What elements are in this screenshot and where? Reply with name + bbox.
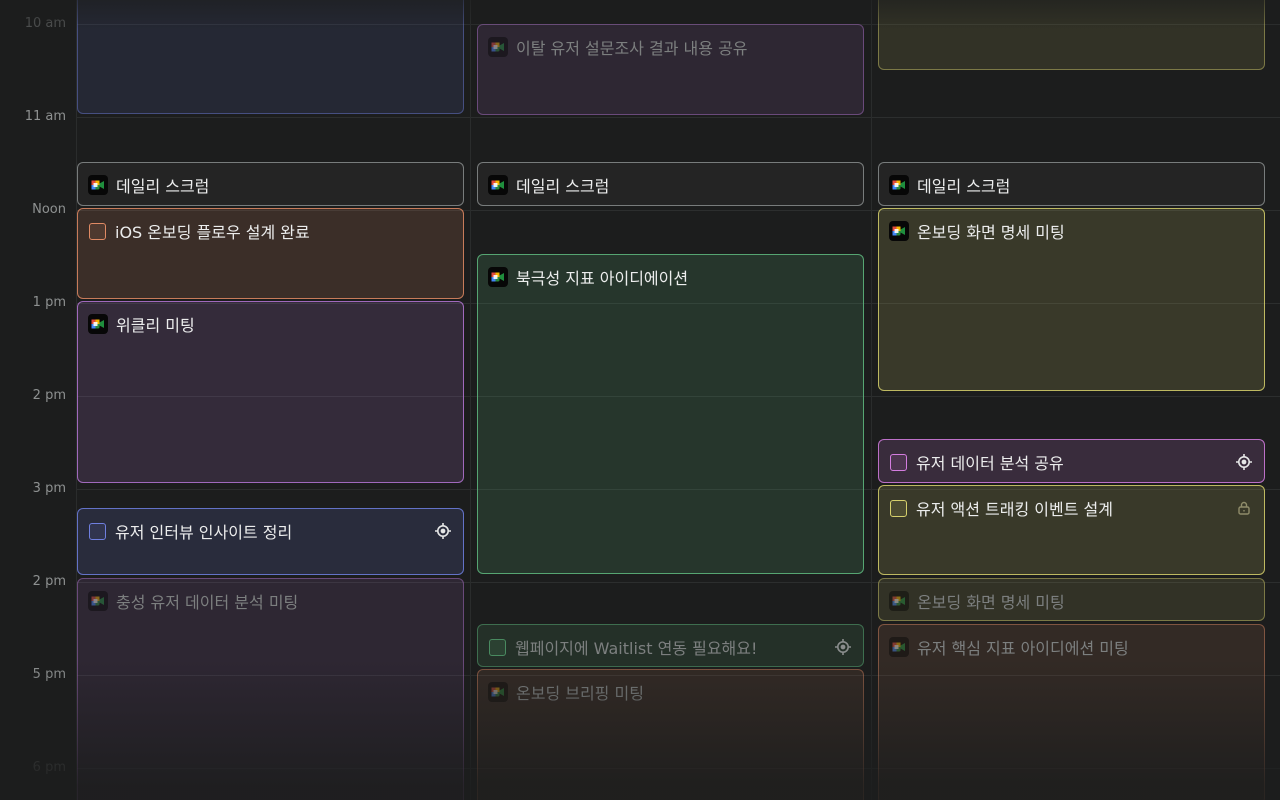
- task-checkbox[interactable]: [489, 638, 506, 656]
- task-checkbox[interactable]: [89, 222, 106, 240]
- event-header: 데일리 스크럼: [889, 163, 1254, 205]
- calendar-week-view: 10 am 11 am Noon 1 pm 2 pm 3 pm 2 pm 5 pm 6 pm 데…: [0, 0, 1280, 800]
- google-meet-icon: [488, 267, 508, 287]
- event-header: 유저 인터뷰 인사이트 정리: [88, 509, 453, 553]
- event-title: 데일리 스크럼: [516, 177, 610, 196]
- event-title: iOS 온보딩 플로우 설계 완료: [115, 223, 310, 242]
- time-label: 6 pm: [32, 760, 66, 775]
- crosshair-icon[interactable]: [833, 637, 853, 657]
- time-label: Noon: [32, 202, 66, 217]
- meeting-event[interactable]: 충성 유저 데이터 분석 미팅: [77, 578, 464, 800]
- time-label: 1 pm: [32, 295, 66, 310]
- google-meet-icon: [889, 221, 909, 241]
- google-meet-icon: [488, 175, 508, 195]
- meeting-event[interactable]: 유저 핵심 지표 아이디에션 미팅: [878, 624, 1265, 800]
- day-divider: [871, 0, 872, 800]
- event-header: iOS 온보딩 플로우 설계 완료: [88, 209, 453, 253]
- event-title: 유저 데이터 분석 공유: [916, 454, 1064, 473]
- event-header: 유저 액션 트래킹 이벤트 설계: [889, 486, 1254, 530]
- event-header: 온보딩 브리핑 미팅: [488, 670, 853, 714]
- google-meet-icon: [488, 682, 508, 702]
- task-event[interactable]: 웹페이지에 Waitlist 연동 필요해요!: [477, 624, 864, 667]
- google-meet-icon: [889, 175, 909, 195]
- meeting-event[interactable]: 온보딩 브리핑 미팅: [477, 669, 864, 800]
- event-title: 유저 핵심 지표 아이디에션 미팅: [917, 639, 1129, 658]
- day-divider: [470, 0, 471, 800]
- time-label: 10 am: [24, 16, 66, 31]
- event-header: 충성 유저 데이터 분석 미팅: [88, 579, 453, 623]
- event-header: 온보딩 화면 명세 미팅: [889, 209, 1254, 253]
- time-label: 2 pm: [32, 388, 66, 403]
- google-meet-icon: [488, 37, 508, 57]
- hour-gridline: [76, 117, 1280, 118]
- event-header: 온보딩 화면 명세 미팅: [889, 579, 1254, 620]
- lock-icon[interactable]: [1234, 498, 1254, 518]
- google-meet-icon: [88, 314, 108, 334]
- time-label: 2 pm: [32, 574, 66, 589]
- task-event[interactable]: 유저 인터뷰 인사이트 정리: [77, 508, 464, 575]
- event-title: 웹페이지에 Waitlist 연동 필요해요!: [515, 639, 758, 658]
- google-meet-icon: [88, 591, 108, 611]
- event-title: 유저 인터뷰 인사이트 정리: [115, 523, 293, 542]
- google-meet-icon: [889, 637, 909, 657]
- event-block[interactable]: [77, 0, 464, 114]
- task-event[interactable]: 유저 데이터 분석 공유: [878, 439, 1265, 483]
- meeting-event[interactable]: 데일리 스크럼: [77, 162, 464, 206]
- time-label: 3 pm: [32, 481, 66, 496]
- event-header: 위클리 미팅: [88, 302, 453, 346]
- time-label: 11 am: [24, 109, 66, 124]
- event-header: 데일리 스크럼: [488, 163, 853, 205]
- event-title: 유저 액션 트래킹 이벤트 설계: [916, 500, 1113, 519]
- event-header: 데일리 스크럼: [88, 163, 453, 205]
- event-title: 이탈 유저 설문조사 결과 내용 공유: [516, 39, 748, 58]
- event-header: 북극성 지표 아이디에이션: [488, 255, 853, 299]
- crosshair-icon[interactable]: [433, 521, 453, 541]
- event-title: 온보딩 화면 명세 미팅: [917, 593, 1065, 612]
- event-title: 충성 유저 데이터 분석 미팅: [116, 593, 299, 612]
- time-label: 5 pm: [32, 667, 66, 682]
- event-title: 위클리 미팅: [116, 316, 195, 335]
- crosshair-icon[interactable]: [1234, 452, 1254, 472]
- event-header: 이탈 유저 설문조사 결과 내용 공유: [488, 25, 853, 69]
- meeting-event[interactable]: 데일리 스크럼: [477, 162, 864, 206]
- meeting-event[interactable]: 온보딩 화면 명세 미팅: [878, 578, 1265, 621]
- meeting-event[interactable]: 북극성 지표 아이디에이션: [477, 254, 864, 574]
- task-checkbox[interactable]: [890, 453, 907, 471]
- task-event[interactable]: 유저 액션 트래킹 이벤트 설계: [878, 485, 1265, 575]
- event-title: 온보딩 화면 명세 미팅: [917, 223, 1065, 242]
- event-header: 유저 핵심 지표 아이디에션 미팅: [889, 625, 1254, 669]
- meeting-event[interactable]: 데일리 스크럼: [878, 162, 1265, 206]
- event-header: 유저 데이터 분석 공유: [889, 440, 1254, 482]
- event-title: 북극성 지표 아이디에이션: [516, 269, 689, 288]
- task-checkbox[interactable]: [89, 522, 106, 540]
- task-event[interactable]: iOS 온보딩 플로우 설계 완료: [77, 208, 464, 299]
- event-header: 웹페이지에 Waitlist 연동 필요해요!: [488, 625, 853, 666]
- task-checkbox[interactable]: [890, 499, 907, 517]
- meeting-event[interactable]: 위클리 미팅: [77, 301, 464, 483]
- meeting-event[interactable]: 온보딩 화면 명세 미팅: [878, 208, 1265, 391]
- event-title: 데일리 스크럼: [917, 177, 1011, 196]
- event-title: 온보딩 브리핑 미팅: [516, 684, 644, 703]
- google-meet-icon: [88, 175, 108, 195]
- meeting-event[interactable]: 이탈 유저 설문조사 결과 내용 공유: [477, 24, 864, 115]
- google-meet-icon: [889, 591, 909, 611]
- event-title: 데일리 스크럼: [116, 177, 210, 196]
- event-block[interactable]: [878, 0, 1265, 70]
